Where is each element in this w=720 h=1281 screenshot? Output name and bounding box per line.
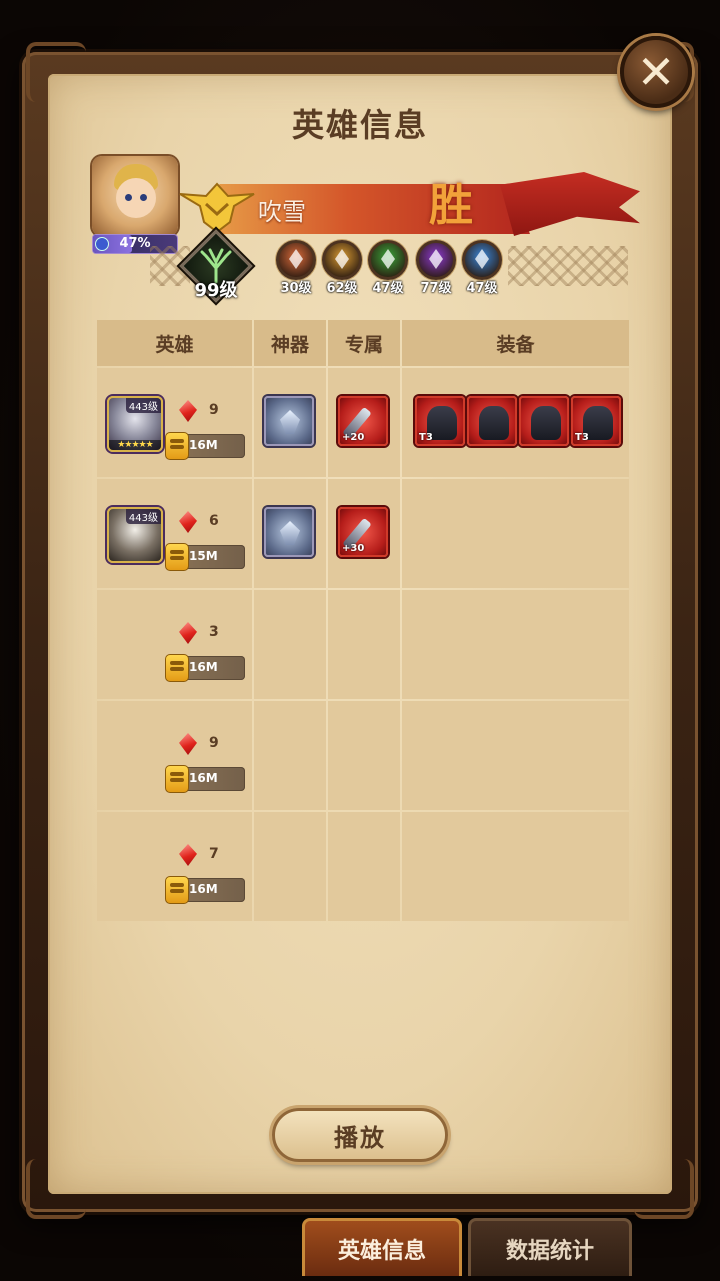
faction-gem: [381, 249, 395, 269]
faction-gem: [289, 249, 303, 269]
hero-cell: [97, 701, 252, 810]
hero-cell: [97, 812, 252, 921]
hero-level: 443级: [125, 509, 161, 524]
faction-gem: [429, 249, 443, 269]
power-box: 16M: [165, 765, 245, 793]
faction-gem: [335, 249, 349, 269]
faction-wilder-level: 47级: [372, 281, 404, 296]
exclusive-cell: [328, 590, 400, 699]
artifact-icon: [280, 521, 300, 545]
fist-power-icon: [165, 654, 189, 682]
winged-crest-icon: [179, 182, 255, 234]
hero-level: 443级: [125, 398, 161, 413]
artifact-cell: [254, 590, 326, 699]
hero-cell: [97, 590, 252, 699]
faction-graveborn-level: 77级: [420, 281, 452, 296]
faction-mauler-level: 62级: [326, 281, 358, 296]
hero-portrait[interactable]: 443级: [107, 507, 163, 563]
tab-hero-info[interactable]: 英雄信息: [302, 1218, 462, 1276]
hero-stars: ★★★★★: [109, 440, 161, 450]
dialog-title: 英雄信息: [291, 106, 428, 144]
power-box: 16M: [165, 432, 245, 460]
gear-cell: [402, 812, 629, 921]
faction-celestial-icon: [462, 240, 502, 280]
frame-corner-ornament: [26, 42, 86, 102]
gear-cell: [402, 479, 629, 588]
fist-power-icon: [165, 765, 189, 793]
faction-gem: [475, 249, 489, 269]
artifact-cell: [254, 812, 326, 921]
faction-lightbearer-icon: [276, 240, 316, 280]
victory-label: 胜: [429, 180, 473, 231]
power-value: 15M: [189, 549, 218, 563]
exclusive-level: +30: [342, 543, 365, 554]
gear-item[interactable]: [467, 396, 517, 446]
faction-celestial-level: 47级: [466, 281, 498, 296]
power-value: 16M: [189, 438, 218, 452]
faction-lightbearer-level: 30级: [280, 281, 312, 296]
gear-tier: T3: [419, 432, 433, 443]
fist-power-icon: [165, 876, 189, 904]
artifact-item[interactable]: [264, 396, 314, 446]
player-name: 吹雪: [258, 198, 306, 226]
gear-item[interactable]: [519, 396, 569, 446]
gem-count: 9: [209, 735, 219, 751]
faction-mauler-icon: [322, 240, 362, 280]
gear-item[interactable]: T3: [571, 396, 621, 446]
frame-corner-ornament: [26, 1159, 86, 1219]
power-box: 15M: [165, 543, 245, 571]
col-header-exclusive: 专属: [328, 320, 400, 366]
gear-tier: T3: [575, 432, 589, 443]
exclusive-item[interactable]: +30: [338, 507, 388, 557]
gear-icon: [479, 406, 509, 440]
player-avatar[interactable]: [92, 156, 178, 236]
gem-count: 3: [209, 624, 219, 640]
fist-power-icon: [165, 543, 189, 571]
hero-portrait[interactable]: 443级 ★★★★★: [107, 396, 163, 452]
exclusive-cell: [328, 812, 400, 921]
faction-wilder-icon: [368, 240, 408, 280]
col-header-artifact: 神器: [254, 320, 326, 366]
decorative-hatch: [508, 246, 628, 286]
col-header-hero: 英雄: [97, 320, 252, 366]
gem-count: 7: [209, 846, 219, 862]
gem-count: 9: [209, 402, 219, 418]
gear-cell: [402, 701, 629, 810]
power-value: 16M: [189, 660, 218, 674]
player-level: 99级: [194, 280, 238, 301]
gear-cell: [402, 590, 629, 699]
close-button[interactable]: ✕: [620, 36, 692, 108]
power-value: 16M: [189, 882, 218, 896]
gear-item[interactable]: T3: [415, 396, 465, 446]
power-box: 16M: [165, 876, 245, 904]
exclusive-item[interactable]: +20: [338, 396, 388, 446]
frame-corner-ornament: [634, 1159, 694, 1219]
exclusive-level: +20: [342, 432, 365, 443]
artifact-item[interactable]: [264, 507, 314, 557]
exclusive-cell: [328, 701, 400, 810]
close-x-icon: ✕: [636, 45, 676, 99]
gear-icon: [531, 406, 561, 440]
battle-hero-info-screen: 英雄信息 ✕ 47% 胜 吹雪 99级 英雄 神器 专属 装备 443级 ★★★★…: [0, 0, 720, 1281]
gem-count: 6: [209, 513, 219, 529]
artifact-cell: [254, 701, 326, 810]
artifact-icon: [280, 410, 300, 434]
faction-graveborn-icon: [416, 240, 456, 280]
power-value: 16M: [189, 771, 218, 785]
fist-power-icon: [165, 432, 189, 460]
power-box: 16M: [165, 654, 245, 682]
replay-button[interactable]: 播放: [272, 1108, 448, 1162]
col-header-gear: 装备: [402, 320, 629, 366]
tab-statistics[interactable]: 数据统计: [468, 1218, 632, 1276]
